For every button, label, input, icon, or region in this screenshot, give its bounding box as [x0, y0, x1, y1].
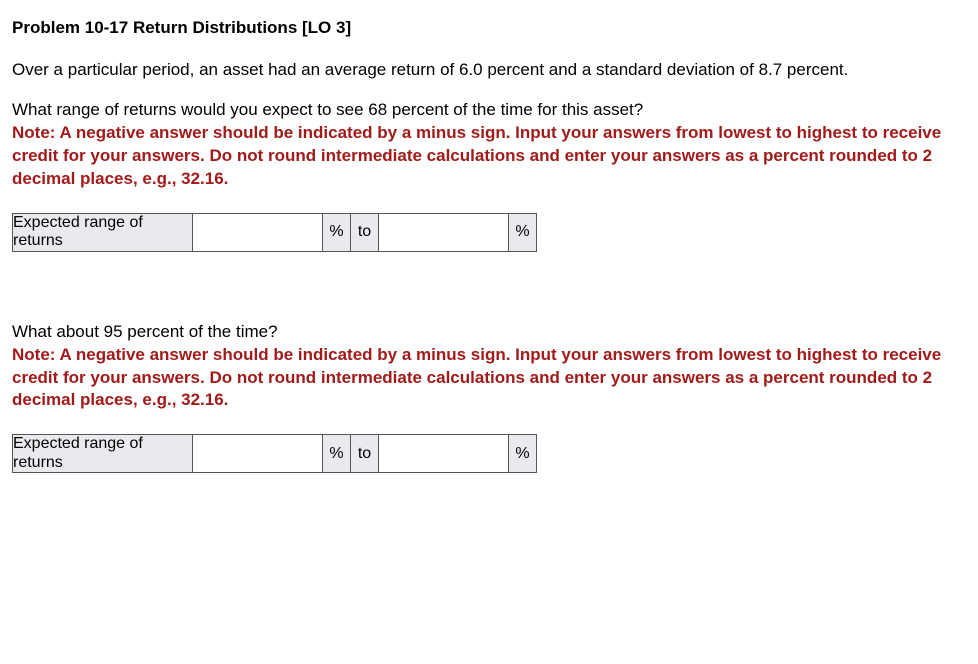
table-row: Expected range of returns % to % [13, 213, 537, 251]
problem-intro: Over a particular period, an asset had a… [12, 60, 966, 80]
problem-title: Problem 10-17 Return Distributions [LO 3… [12, 18, 966, 38]
answer-input-cell-1-low [193, 213, 323, 251]
answer-input-1-high[interactable] [379, 214, 508, 250]
question-2-text: What about 95 percent of the time? [12, 322, 966, 342]
percent-unit-2b: % [509, 435, 537, 473]
answer-input-2-low[interactable] [193, 436, 322, 472]
answer-label-2: Expected range of returns [13, 435, 193, 473]
answer-input-cell-1-high [379, 213, 509, 251]
answer-table-1: Expected range of returns % to % [12, 213, 537, 252]
answer-input-1-low[interactable] [193, 214, 322, 250]
percent-unit-1b: % [509, 213, 537, 251]
answer-label-1: Expected range of returns [13, 213, 193, 251]
answer-input-2-high[interactable] [379, 436, 508, 472]
table-row: Expected range of returns % to % [13, 435, 537, 473]
answer-table-2: Expected range of returns % to % [12, 434, 537, 473]
question-1-note: Note: A negative answer should be indica… [12, 122, 966, 191]
percent-unit-2a: % [323, 435, 351, 473]
question-2-note: Note: A negative answer should be indica… [12, 344, 966, 413]
answer-input-cell-2-low [193, 435, 323, 473]
percent-unit-1a: % [323, 213, 351, 251]
answer-input-cell-2-high [379, 435, 509, 473]
to-label-1: to [351, 213, 379, 251]
question-1-text: What range of returns would you expect t… [12, 100, 966, 120]
to-label-2: to [351, 435, 379, 473]
